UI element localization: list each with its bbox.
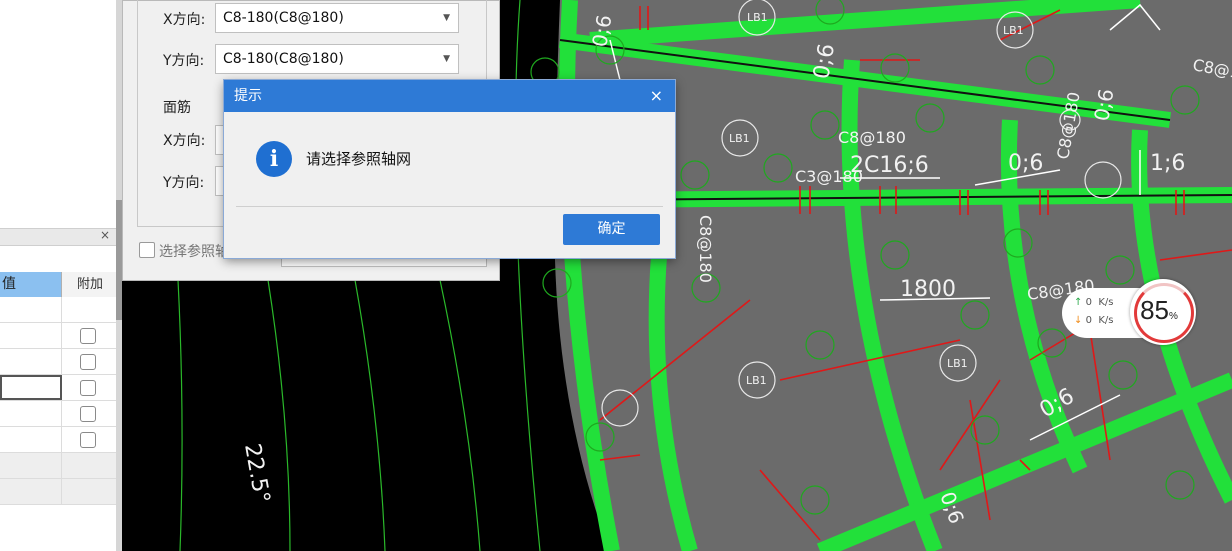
chevron-down-icon: ▼ xyxy=(443,13,450,23)
cad-label: LB1 xyxy=(746,374,767,387)
cad-label: LB1 xyxy=(747,11,768,24)
checkbox[interactable] xyxy=(80,432,96,448)
cad-label: LB1 xyxy=(1003,24,1024,37)
y-direction-select[interactable]: C8-180(C8@180) ▼ xyxy=(215,44,459,74)
checkbox[interactable] xyxy=(80,354,96,370)
table-row[interactable] xyxy=(0,349,118,375)
y-direction-label: Y方向: xyxy=(163,53,205,69)
checkbox[interactable] xyxy=(80,328,96,344)
cad-label: 1;6 xyxy=(1150,151,1185,176)
table-row[interactable] xyxy=(0,297,118,323)
dialog-title: 提示 xyxy=(234,88,262,104)
table-row[interactable] xyxy=(0,323,118,349)
table-row[interactable] xyxy=(0,427,118,453)
divider xyxy=(236,206,663,207)
grid-header: 值 附加 xyxy=(0,272,118,297)
cad-label: LB1 xyxy=(729,132,750,145)
prompt-dialog: 提示 × i 请选择参照轴网 确定 xyxy=(224,80,675,258)
close-icon[interactable]: × xyxy=(100,228,110,242)
top-y-direction-label: Y方向: xyxy=(163,175,205,191)
top-rebar-section-label: 面筋 xyxy=(163,100,191,116)
ok-button[interactable]: 确定 xyxy=(563,214,660,245)
property-panel: × 值 附加 xyxy=(0,0,119,551)
cad-label: C8@180 xyxy=(838,128,906,147)
selected-cell[interactable] xyxy=(0,375,62,400)
reference-grid-checkbox[interactable] xyxy=(139,242,155,258)
chevron-down-icon: ▼ xyxy=(443,54,450,64)
memory-usage-gauge[interactable]: 85% xyxy=(1130,279,1196,345)
table-row[interactable] xyxy=(0,479,118,505)
cad-label: 1800 xyxy=(900,277,956,302)
table-row[interactable] xyxy=(0,375,118,401)
gauge-percent: 85% xyxy=(1140,295,1178,325)
cad-label: C3@180 xyxy=(795,167,863,186)
table-row[interactable] xyxy=(0,401,118,427)
checkbox[interactable] xyxy=(80,406,96,422)
arrow-up-icon: ↑ xyxy=(1074,297,1083,308)
cad-label: LB1 xyxy=(947,357,968,370)
arrow-down-icon: ↓ xyxy=(1074,315,1083,326)
cad-label: 0;6 xyxy=(1008,151,1043,176)
panel-title-bar: × xyxy=(0,228,118,246)
upload-speed: ↑ 0 K/s xyxy=(1074,297,1114,308)
cad-label: C8@180 xyxy=(696,215,715,283)
x-direction-select[interactable]: C8-180(C8@180) ▼ xyxy=(215,3,459,33)
dialog-message: 请选择参照轴网 xyxy=(306,150,412,168)
top-x-direction-label: X方向: xyxy=(163,133,206,149)
table-row[interactable] xyxy=(0,453,118,479)
x-direction-label: X方向: xyxy=(163,12,206,28)
info-icon: i xyxy=(256,141,292,177)
download-speed: ↓ 0 K/s xyxy=(1074,315,1114,326)
column-header-value[interactable]: 值 xyxy=(0,272,62,297)
column-header-extra[interactable]: 附加 xyxy=(62,272,118,297)
close-icon[interactable]: × xyxy=(650,80,663,112)
checkbox[interactable] xyxy=(80,380,96,396)
dialog-title-bar[interactable]: 提示 × xyxy=(224,80,675,112)
